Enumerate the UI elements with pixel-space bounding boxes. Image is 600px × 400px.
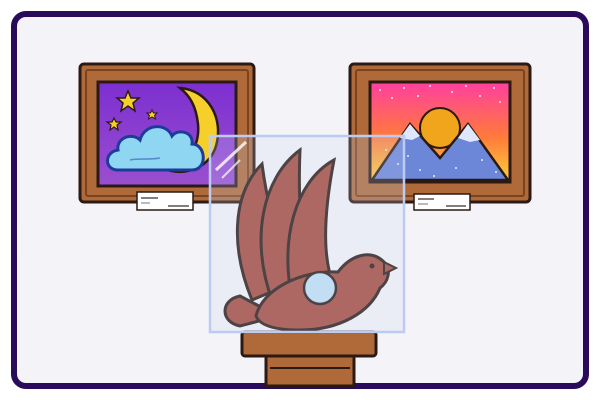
gallery-illustration [11,11,589,389]
painting-label-plate [413,193,471,211]
painting-label-plate [136,191,194,211]
gallery-scene [0,0,600,400]
glass-display-case[interactable] [208,134,406,334]
